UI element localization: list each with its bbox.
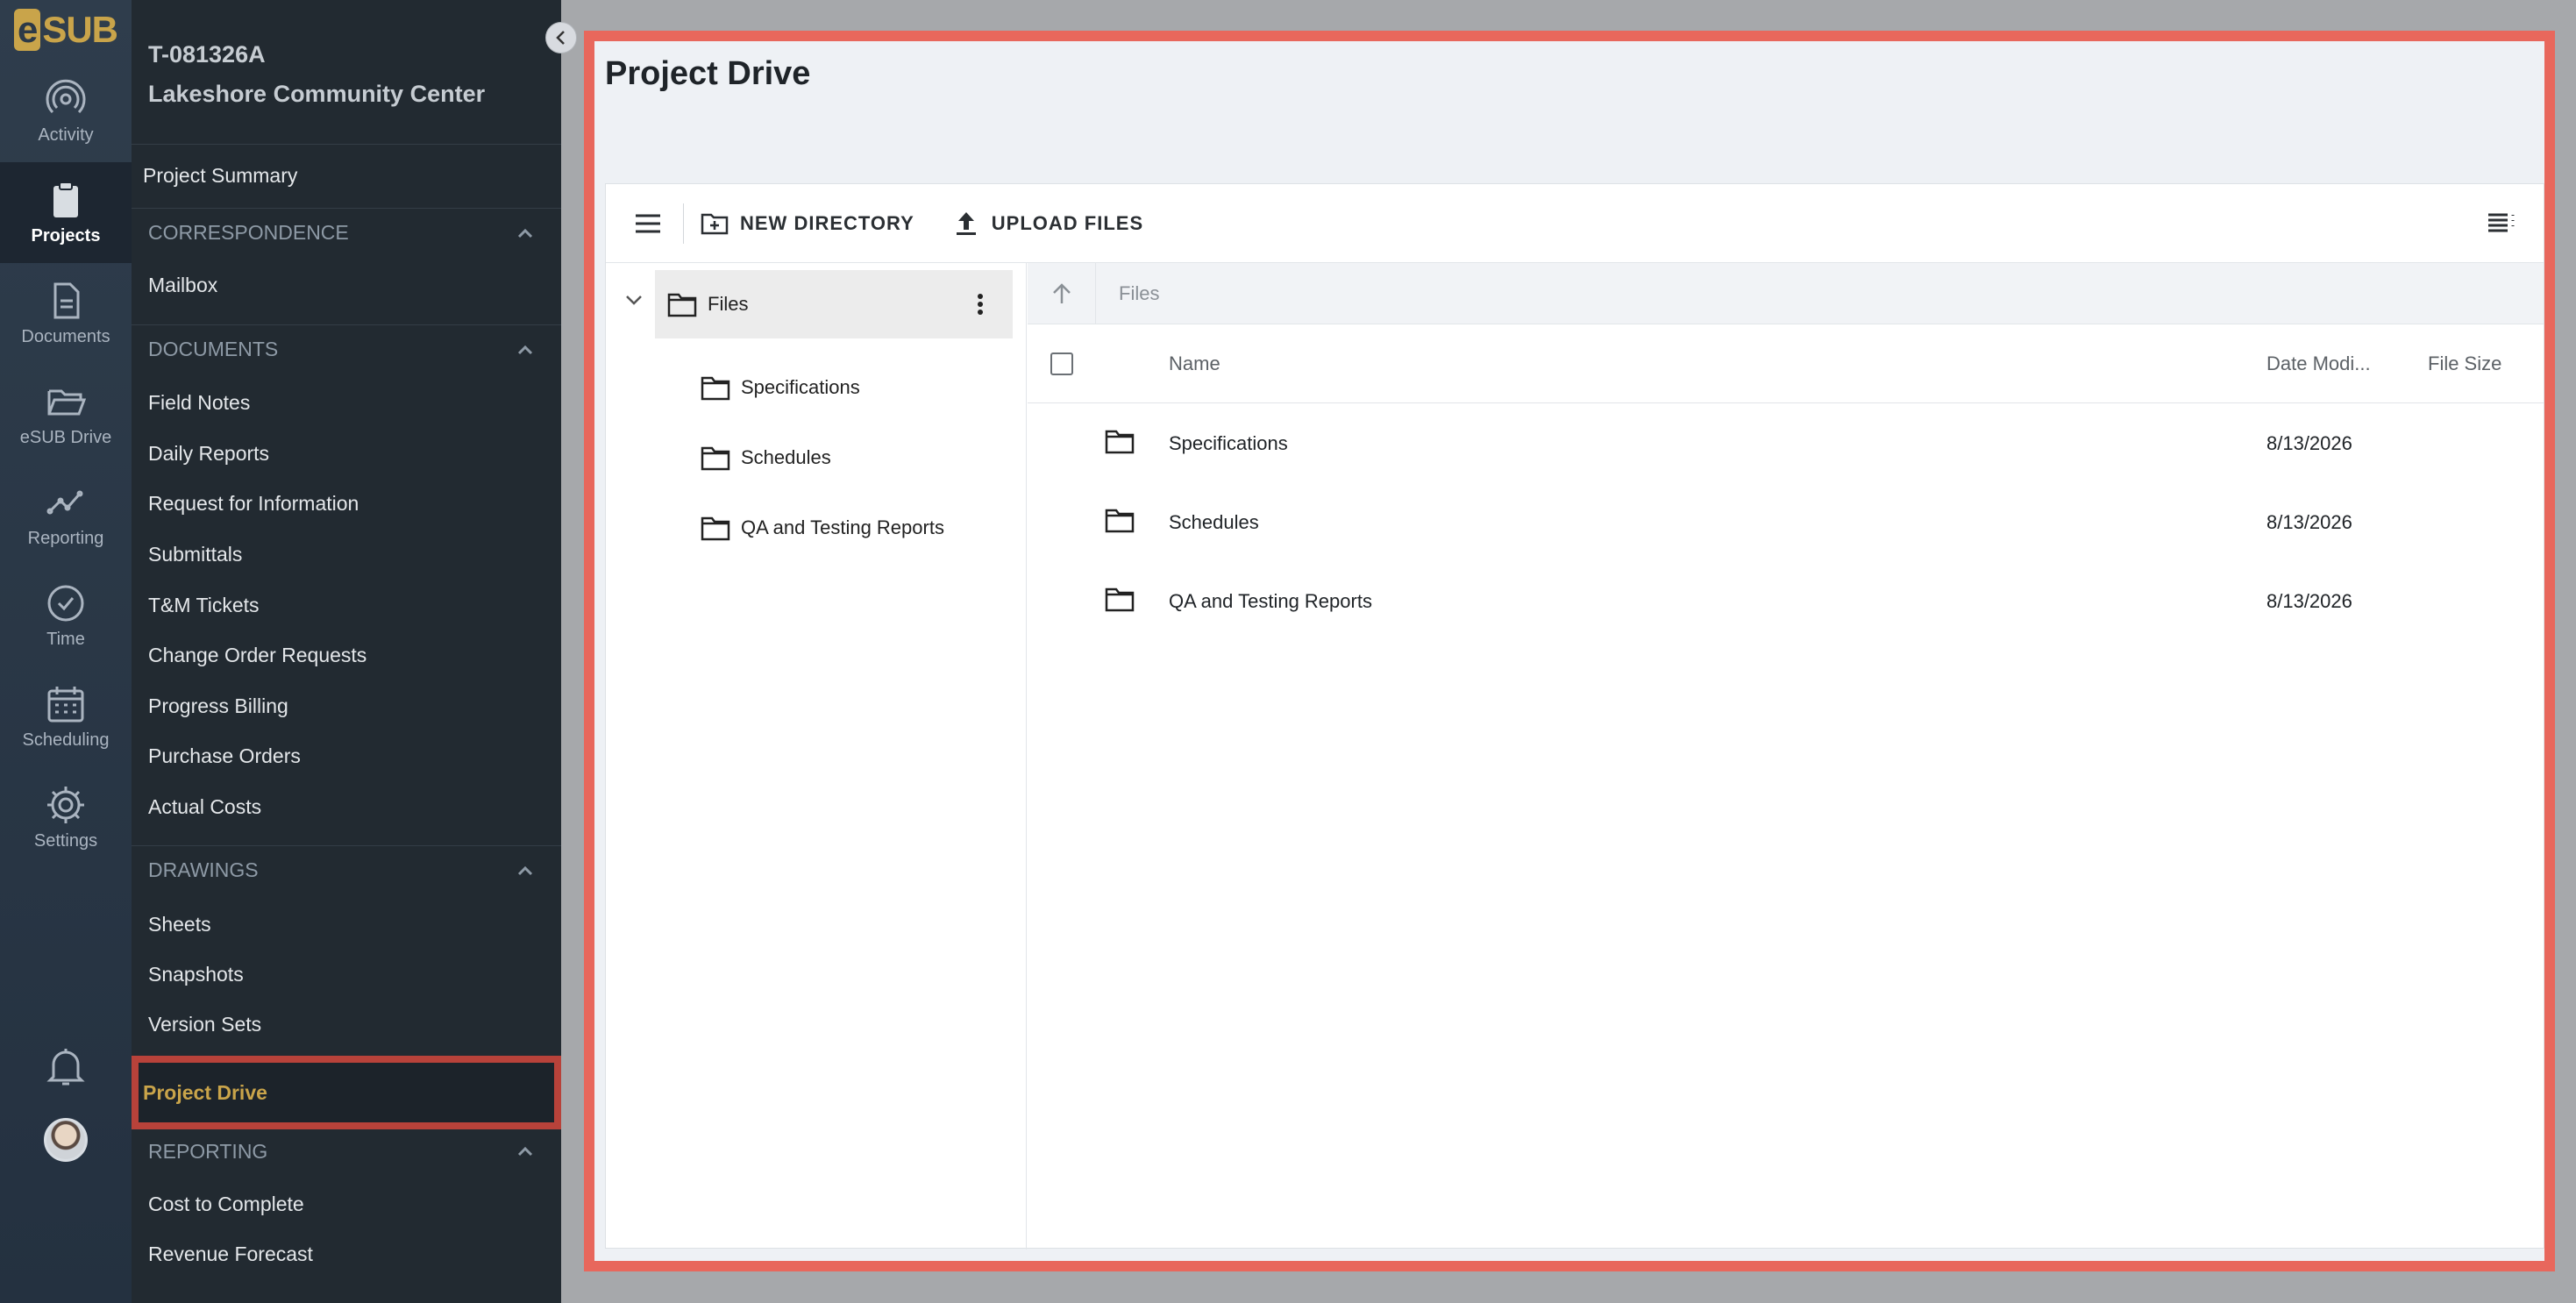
breadcrumb: Files <box>1028 262 2544 324</box>
table-header: Name Date Modi... File Size <box>1028 324 2544 403</box>
file-manager: NEW DIRECTORY UPLOAD FILES Files Specifi… <box>605 183 2544 1250</box>
project-number: T-081326A <box>148 41 266 68</box>
section-reporting[interactable]: REPORTING <box>132 1127 561 1176</box>
tree-item-qa-testing-reports[interactable]: QA and Testing Reports <box>701 510 944 545</box>
gear-icon <box>47 787 84 823</box>
collapse-nav-button[interactable] <box>545 22 577 53</box>
project-header: T-081326A Lakeshore Community Center <box>132 0 561 145</box>
clock-icon <box>47 585 84 622</box>
row-date: 8/13/2026 <box>2266 511 2352 533</box>
page-title: Project Drive <box>605 55 811 92</box>
project-name: Lakeshore Community Center <box>148 81 486 107</box>
rail-item-activity[interactable]: Activity <box>0 61 132 162</box>
rail-item-projects[interactable]: Projects <box>0 162 132 263</box>
chevron-up-icon <box>517 1146 533 1157</box>
row-date: 8/13/2026 <box>2266 432 2352 454</box>
folder-icon <box>1105 430 1135 454</box>
toolbar-divider <box>683 203 684 244</box>
calendar-icon <box>47 687 84 723</box>
tree-item-specifications[interactable]: Specifications <box>701 370 860 405</box>
navigate-up-button[interactable] <box>1028 262 1096 324</box>
table-row[interactable]: Schedules 8/13/2026 <box>1028 482 2544 561</box>
folder-icon <box>701 516 730 541</box>
nav-cost-to-complete[interactable]: Cost to Complete <box>132 1182 561 1226</box>
rail-item-documents[interactable]: Documents <box>0 263 132 364</box>
nav-version-sets[interactable]: Version Sets <box>132 1002 561 1046</box>
nav-project-summary[interactable]: Project Summary <box>132 151 561 200</box>
avatar <box>44 1118 88 1162</box>
nav-mailbox[interactable]: Mailbox <box>132 262 561 308</box>
column-date-modified[interactable]: Date Modi... <box>2266 352 2371 375</box>
upload-files-button[interactable]: UPLOAD FILES <box>951 209 1143 239</box>
row-name: QA and Testing Reports <box>1169 590 1372 612</box>
nav-sheets[interactable]: Sheets <box>132 902 561 946</box>
folder-icon <box>701 376 730 401</box>
notifications-button[interactable] <box>0 1045 132 1087</box>
activity-icon <box>46 79 86 114</box>
file-list: Files Name Date Modi... File Size Specif… <box>1028 262 2544 1250</box>
rail-item-settings[interactable]: Settings <box>0 767 132 868</box>
chevron-down-icon[interactable] <box>623 289 644 310</box>
folder-tree: Files Specifications Schedules QA and Te… <box>606 263 1027 1250</box>
chevron-up-icon <box>517 865 533 875</box>
nav-request-for-information[interactable]: Request for Information <box>132 481 561 525</box>
list-view-icon <box>2488 213 2515 232</box>
main-content: Project Drive NEW DIRECTORY UPLOAD FILES <box>584 31 2555 1271</box>
nav-submittals[interactable]: Submittals <box>132 532 561 576</box>
breadcrumb-files[interactable]: Files <box>1119 282 1159 305</box>
nav-change-order-requests[interactable]: Change Order Requests <box>132 633 561 677</box>
folder-icon <box>667 293 697 317</box>
icon-rail: e SUB Activity Projects Documents eSUB Dr… <box>0 0 132 1303</box>
nav-progress-billing[interactable]: Progress Billing <box>132 684 561 728</box>
file-toolbar: NEW DIRECTORY UPLOAD FILES <box>606 184 2544 263</box>
toggle-tree-button[interactable] <box>623 199 672 248</box>
rail-item-reporting[interactable]: Reporting <box>0 465 132 566</box>
view-options-button[interactable] <box>2482 203 2521 242</box>
table-row[interactable]: Specifications 8/13/2026 <box>1028 403 2544 482</box>
nav-tm-tickets[interactable]: T&M Tickets <box>132 583 561 627</box>
column-file-size[interactable]: File Size <box>2428 352 2501 375</box>
folder-icon <box>1105 509 1135 533</box>
hamburger-icon <box>636 214 660 232</box>
section-drawings[interactable]: DRAWINGS <box>132 845 561 894</box>
section-correspondence[interactable]: CORRESPONDENCE <box>132 208 561 257</box>
bell-icon <box>46 1049 85 1086</box>
nav-project-drive[interactable]: Project Drive <box>132 1056 561 1129</box>
folder-icon <box>701 446 730 471</box>
column-name[interactable]: Name <box>1169 352 1220 375</box>
esub-logo[interactable]: e SUB <box>0 0 132 60</box>
upload-icon <box>956 211 976 235</box>
rail-item-esub-drive[interactable]: eSUB Drive <box>0 364 132 465</box>
folder-open-icon <box>47 389 87 416</box>
nav-revenue-forecast[interactable]: Revenue Forecast <box>132 1232 561 1276</box>
row-name: Specifications <box>1169 432 1288 454</box>
tree-item-files[interactable]: Files <box>655 270 1013 338</box>
user-avatar-button[interactable] <box>0 1118 132 1162</box>
nav-actual-costs[interactable]: Actual Costs <box>132 785 561 829</box>
arrow-up-icon <box>1052 282 1071 303</box>
document-icon <box>53 282 80 319</box>
nav-snapshots[interactable]: Snapshots <box>132 952 561 996</box>
rail-item-scheduling[interactable]: Scheduling <box>0 666 132 767</box>
project-nav: T-081326A Lakeshore Community Center Pro… <box>132 0 561 1303</box>
folder-icon <box>1105 587 1135 612</box>
table-row[interactable]: QA and Testing Reports 8/13/2026 <box>1028 561 2544 640</box>
row-date: 8/13/2026 <box>2266 590 2352 612</box>
chevron-up-icon <box>517 228 533 238</box>
tree-item-schedules[interactable]: Schedules <box>701 440 831 475</box>
nav-daily-reports[interactable]: Daily Reports <box>132 431 561 475</box>
new-directory-button[interactable]: NEW DIRECTORY <box>700 209 914 239</box>
section-documents[interactable]: DOCUMENTS <box>132 324 561 374</box>
chevron-up-icon <box>517 345 533 354</box>
chevron-left-icon <box>556 31 565 45</box>
clipboard-icon <box>53 182 78 217</box>
nav-purchase-orders[interactable]: Purchase Orders <box>132 734 561 778</box>
nav-field-notes[interactable]: Field Notes <box>132 381 561 424</box>
more-vert-icon[interactable] <box>967 291 993 317</box>
row-name: Schedules <box>1169 511 1259 533</box>
chart-icon <box>46 490 83 515</box>
rail-item-time[interactable]: Time <box>0 566 132 666</box>
folder-plus-icon <box>701 213 729 234</box>
select-all-checkbox[interactable] <box>1050 352 1073 375</box>
